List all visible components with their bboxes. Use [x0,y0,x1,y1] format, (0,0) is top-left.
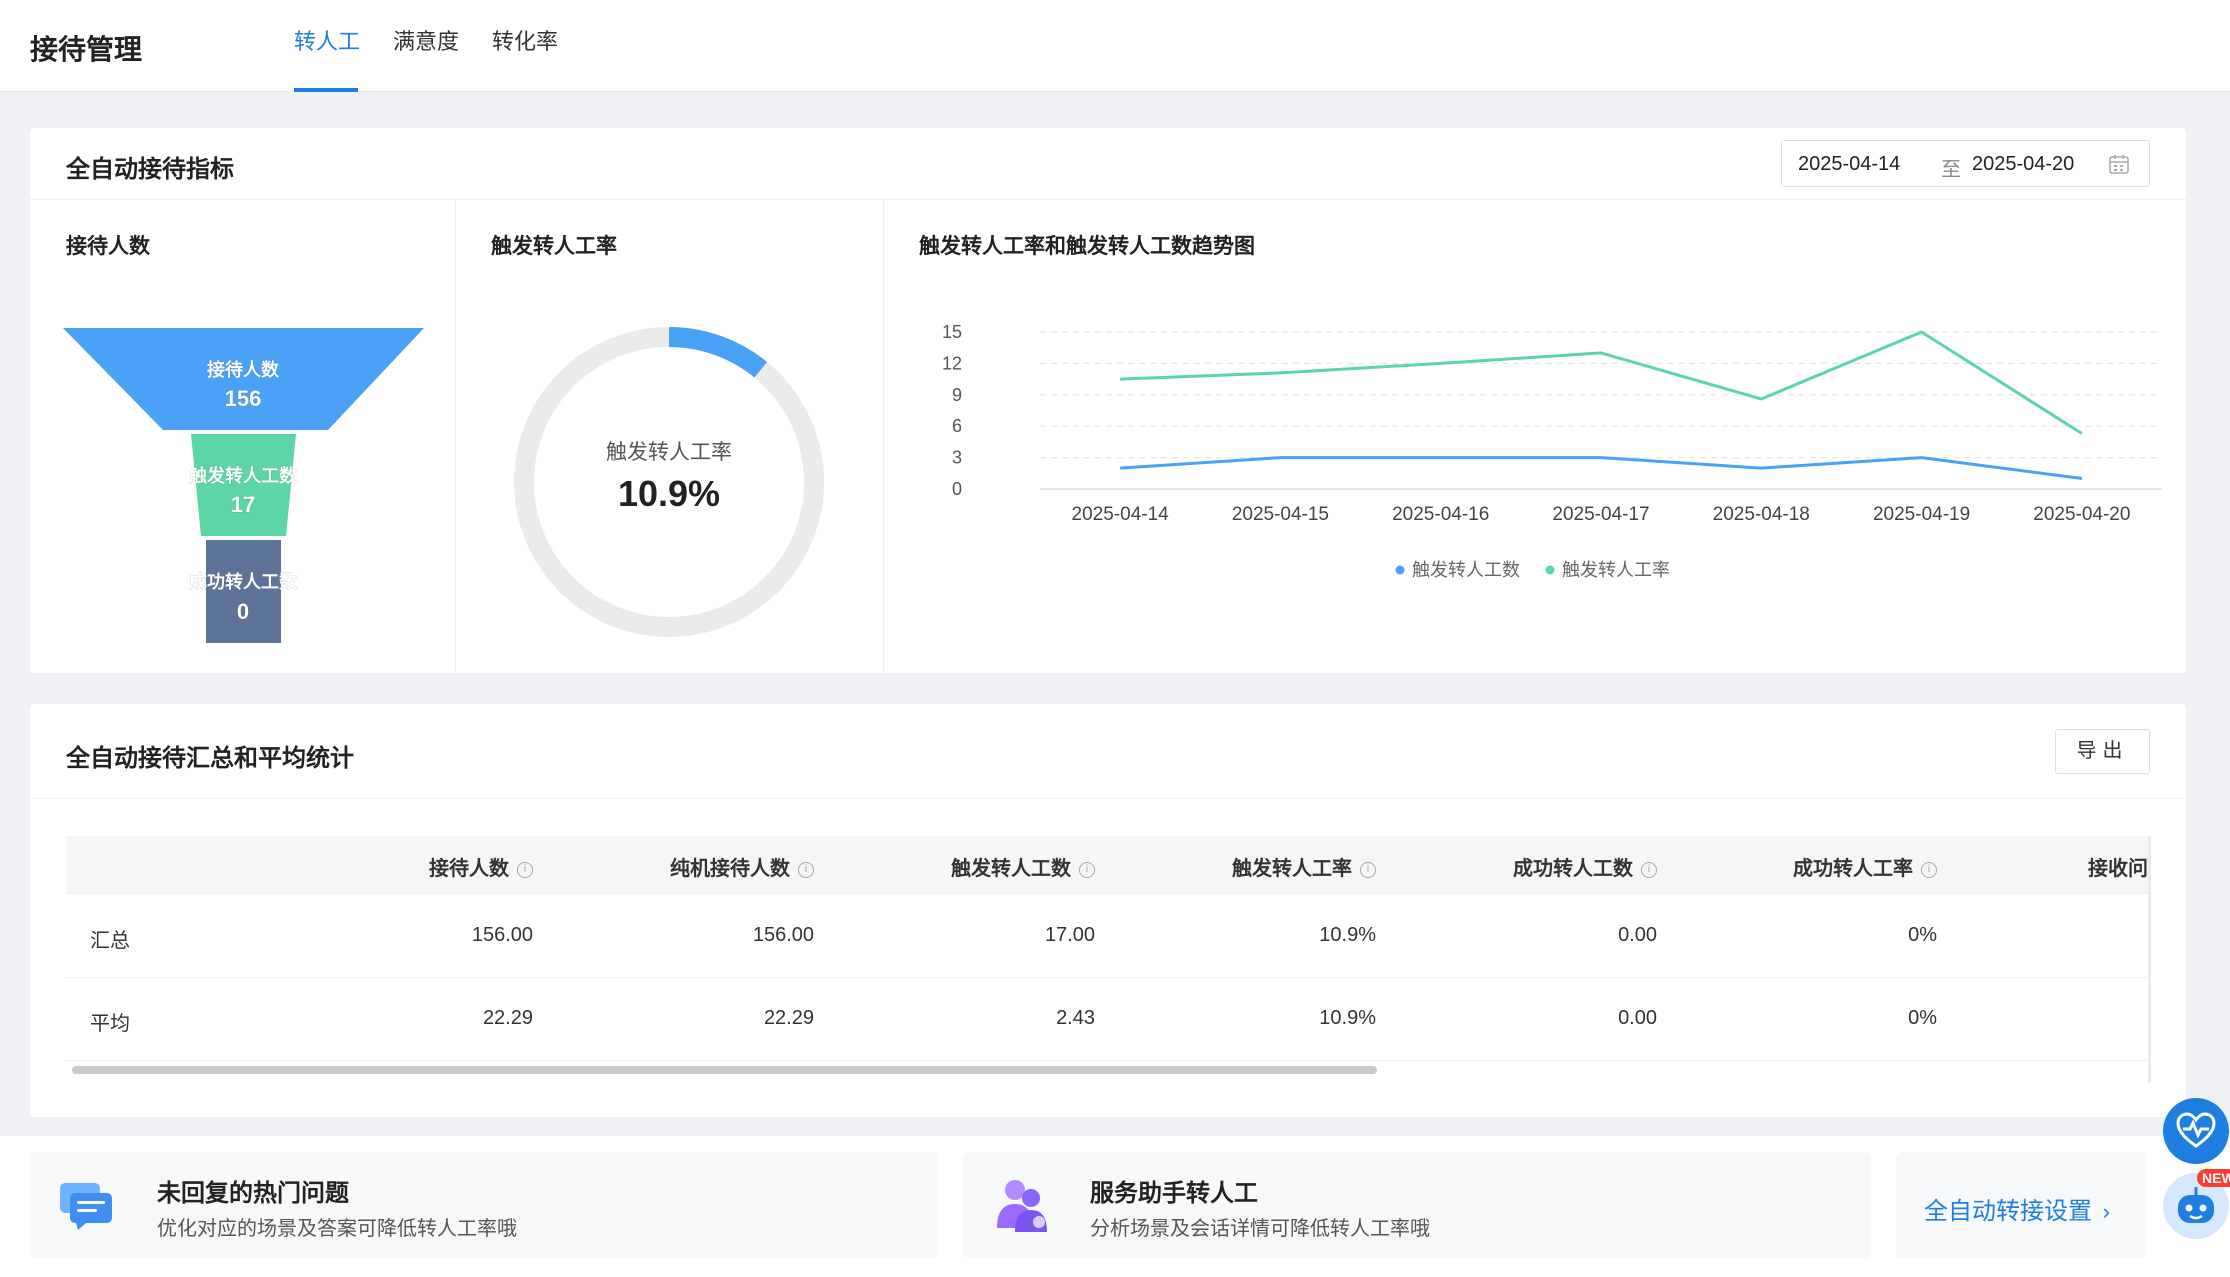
promo-title: 服务助手转人工 [1090,1180,1258,1207]
col-header-received: 接待人数 i [429,852,533,881]
x-tick-label: 2025-04-19 [1873,504,1970,525]
cell: 22.29 [482,1007,533,1029]
new-badge: NEW [2197,1169,2230,1187]
info-icon[interactable]: i [517,861,533,878]
date-end[interactable]: 2025-04-20 [1972,153,2074,176]
col-divider-2 [883,200,884,673]
cell: 156.00 [471,924,533,946]
cell: 10.9% [1319,924,1376,946]
cell: 0.00 [1618,1007,1657,1029]
promo-desc: 优化对应的场景及答案可降低转人工率哦 [157,1218,517,1240]
col-header-bot-only: 纯机接待人数 i [670,852,814,881]
cell: 10.9% [1319,1007,1376,1029]
auto-transfer-settings-link[interactable]: 全自动转接设置 › [1924,1191,2110,1226]
row-divider [66,977,2150,978]
info-icon[interactable]: i [1921,861,1937,878]
row-divider [66,893,2150,894]
assistant-float-button[interactable]: NEW [2163,1169,2230,1239]
robot-icon [2178,1187,2214,1223]
calendar-icon[interactable] [2108,153,2130,175]
legend-label[interactable]: 触发转人工率 [1562,560,1670,580]
funnel-chart: 接待人数 156 触发转人工数 17 成功转人工数 0 [63,328,424,643]
promo-title: 未回复的热门问题 [157,1180,349,1207]
x-tick-label: 2025-04-15 [1232,504,1329,525]
promo-desc: 分析场景及会话详情可降低转人工率哦 [1090,1218,1430,1240]
x-tick-label: 2025-04-16 [1392,504,1489,525]
horizontal-scrollbar[interactable] [72,1066,1377,1074]
page-title: 接待管理 [30,34,143,65]
series-line [1120,330,2083,435]
y-tick-label: 3 [952,448,962,468]
info-icon[interactable]: i [1360,861,1376,878]
col-header-triggered-rate: 触发转人工率 i [1232,852,1376,881]
active-tab-indicator [294,88,358,92]
trend-line-chart: 0 3 6 9 12 15 2025-04-14 2025-04-15 2025-04-16 2… [942,322,2162,580]
auto-transfer-settings-panel: 全自动转接设置 › [1896,1152,2146,1258]
x-tick-label: 2025-04-17 [1552,504,1649,525]
gauge-title: 触发转人工率 [491,235,617,258]
metrics-card-title: 全自动接待指标 [66,156,234,183]
col-header-received-questions: 接收问 [2088,858,2148,880]
info-icon[interactable]: i [798,861,814,878]
summary-divider [30,798,2186,799]
gauge-center-value: 10.9% [618,473,720,514]
legend-marker[interactable] [1395,565,1405,575]
x-tick-label: 2025-04-14 [1072,504,1170,525]
col-header-triggered-count: 触发转人工数 i [951,852,1095,881]
top-bar: 接待管理 转人工 满意度 转化率 [0,0,2230,92]
gauge-chart: 触发转人工率 10.9% [514,327,824,637]
pulse-icon [2176,1112,2216,1148]
tab-satisfaction[interactable]: 满意度 [393,24,459,56]
funnel-title: 接待人数 [66,235,150,258]
row-label-total: 汇总 [90,930,130,952]
cell: 2.43 [1056,1007,1095,1029]
promo-assistant-transfer[interactable]: 服务助手转人工 分析场景及会话详情可降低转人工率哦 [963,1152,1871,1258]
date-start[interactable]: 2025-04-14 [1798,153,1900,176]
col-divider-1 [455,200,456,673]
monitor-float-button[interactable] [2163,1098,2229,1164]
x-tick-label: 2025-04-20 [2033,504,2130,525]
gauge-arc [668,327,768,378]
y-tick-label: 12 [942,353,962,373]
y-tick-label: 0 [952,479,962,499]
cell: 17.00 [1044,924,1095,946]
date-separator: 至 [1941,159,1961,181]
legend-marker[interactable] [1545,565,1555,575]
series-line [1120,456,2083,481]
y-tick-label: 9 [952,385,962,405]
row-label-average: 平均 [90,1013,130,1035]
funnel-value-success: 0 [237,599,249,624]
cell: 0% [1908,924,1937,946]
x-tick-label: 2025-04-18 [1713,504,1810,525]
y-tick-label: 15 [942,322,962,342]
summary-card-title: 全自动接待汇总和平均统计 [66,745,354,772]
cell: 156.00 [752,924,814,946]
chat-bubble-icon [60,1183,112,1230]
cell: 0% [1908,1007,1937,1029]
chevron-right-icon: › [2102,1199,2110,1224]
funnel-value-received: 156 [225,386,262,411]
funnel-label-received: 接待人数 [207,359,280,380]
cell: 0.00 [1618,924,1657,946]
funnel-value-triggered: 17 [231,492,255,517]
col-header-success-rate: 成功转人工率 i [1793,852,1937,881]
tab-conversion[interactable]: 转化率 [492,24,558,56]
funnel-label-success: 成功转人工数 [189,571,298,592]
tab-transfer-human[interactable]: 转人工 [294,24,360,56]
user-group-icon [997,1180,1047,1232]
cell: 22.29 [763,1007,814,1029]
row-divider [66,1060,2150,1061]
y-tick-label: 6 [952,416,962,436]
funnel-label-triggered: 触发转人工数 [189,465,298,486]
gauge-center-label: 触发转人工率 [606,441,732,464]
table-right-edge [2148,836,2151,1082]
info-icon[interactable]: i [1641,861,1657,878]
legend-label[interactable]: 触发转人工数 [1412,560,1520,580]
date-range-picker[interactable]: 2025-04-14 至 2025-04-20 [1781,140,2150,187]
promo-hot-questions[interactable]: 未回复的热门问题 优化对应的场景及答案可降低转人工率哦 [30,1152,938,1258]
export-button[interactable]: 导出 [2055,729,2150,774]
col-header-success-count: 成功转人工数 i [1513,852,1657,881]
info-icon[interactable]: i [1079,861,1095,878]
